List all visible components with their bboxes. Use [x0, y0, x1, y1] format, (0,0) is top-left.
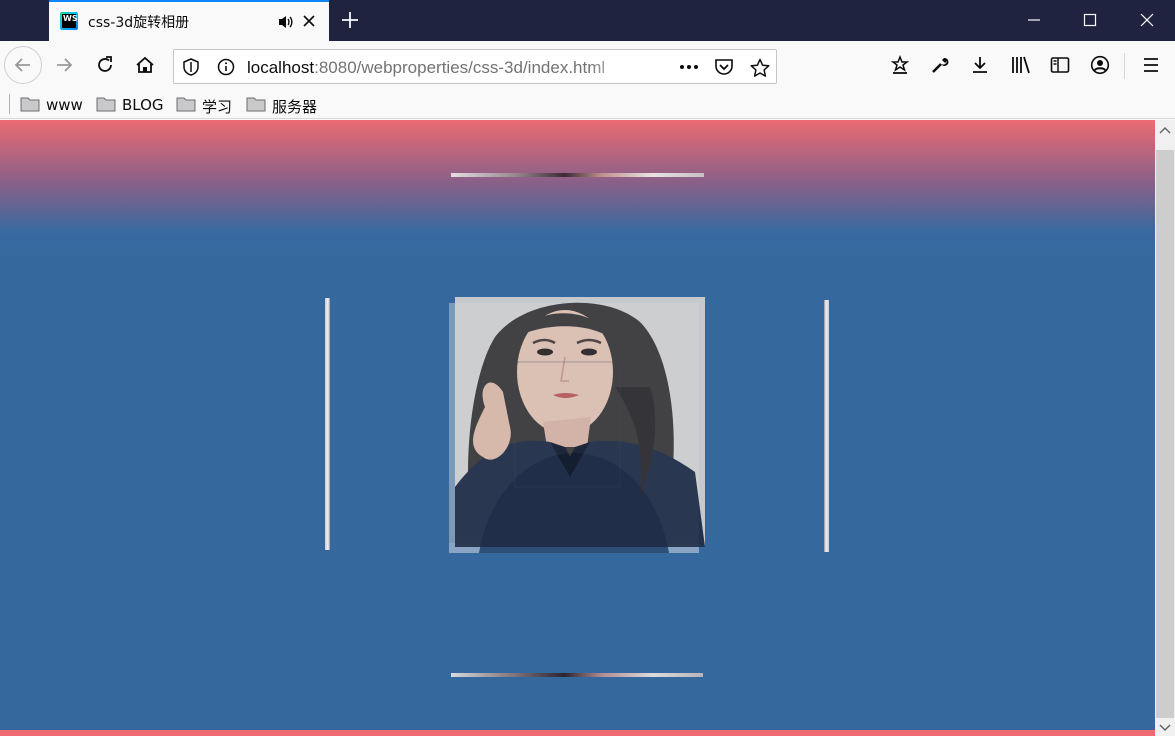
cube-face-right	[824, 300, 829, 552]
browser-window: WS css-3d旋转相册 localhost:8080/webproperti…	[0, 0, 1175, 736]
bookmarks-toolbar: www BLOG 学习 服务器	[0, 90, 1175, 119]
folder-icon	[176, 97, 196, 112]
close-icon[interactable]	[1119, 0, 1175, 41]
tab-active[interactable]: WS css-3d旋转相册	[49, 0, 329, 41]
toolbar-separator	[1124, 53, 1125, 79]
sidebar-icon[interactable]	[1044, 49, 1076, 81]
cube-face-front-photo	[455, 297, 705, 547]
chevron-down-icon[interactable]	[1159, 720, 1171, 732]
wrench-icon[interactable]	[924, 49, 956, 81]
star-icon[interactable]	[750, 58, 770, 77]
page-bottom-strip	[0, 730, 1155, 736]
reload-button[interactable]	[89, 49, 121, 81]
folder-icon	[246, 97, 266, 112]
info-icon[interactable]	[217, 58, 235, 76]
home-button[interactable]	[129, 49, 161, 81]
shield-icon[interactable]	[182, 58, 200, 76]
download-icon[interactable]	[964, 49, 996, 81]
speaker-icon[interactable]	[277, 13, 295, 31]
scrollbar-thumb[interactable]	[1156, 150, 1174, 718]
cube-face-left	[325, 298, 330, 550]
more-icon[interactable]	[679, 58, 698, 76]
plus-icon[interactable]	[340, 10, 360, 30]
navigation-toolbar: localhost:8080/webproperties/css-3d/inde…	[0, 41, 1175, 90]
reload-icon	[98, 56, 112, 72]
forward-button[interactable]	[48, 49, 80, 81]
menu-icon[interactable]	[1135, 49, 1167, 81]
arrow-left-icon	[14, 58, 30, 72]
close-icon[interactable]	[301, 13, 317, 29]
url-text[interactable]: localhost:8080/webproperties/css-3d/inde…	[247, 58, 637, 78]
bookmark-folder-www[interactable]: www	[20, 93, 90, 115]
bookmark-folder-study[interactable]: 学习	[176, 93, 238, 116]
url-bar[interactable]: localhost:8080/webproperties/css-3d/inde…	[173, 49, 777, 84]
bookmark-star-icon[interactable]	[884, 49, 916, 81]
pocket-icon[interactable]	[714, 58, 733, 76]
chevron-up-icon[interactable]	[1159, 124, 1171, 136]
folder-icon	[20, 97, 40, 112]
maximize-icon[interactable]	[1062, 0, 1118, 41]
tab-strip: WS css-3d旋转相册	[0, 0, 1175, 41]
bookmarks-separator	[9, 94, 10, 114]
folder-icon	[96, 97, 116, 112]
tab-title: css-3d旋转相册	[88, 15, 190, 31]
page-content	[0, 120, 1155, 736]
cube-face-bottom	[451, 673, 703, 677]
arrow-right-icon	[57, 58, 73, 72]
page-scrollbar[interactable]	[1155, 120, 1175, 736]
minimize-icon[interactable]	[1006, 0, 1062, 41]
url-fade	[589, 52, 639, 81]
cube-face-top	[451, 173, 704, 177]
library-icon[interactable]	[1004, 49, 1036, 81]
bookmark-folder-server[interactable]: 服务器	[246, 93, 326, 116]
account-icon[interactable]	[1084, 49, 1116, 81]
back-button[interactable]	[4, 46, 42, 84]
webstorm-icon: WS	[60, 12, 78, 30]
bookmark-folder-blog[interactable]: BLOG	[96, 93, 166, 115]
home-icon	[136, 56, 154, 73]
